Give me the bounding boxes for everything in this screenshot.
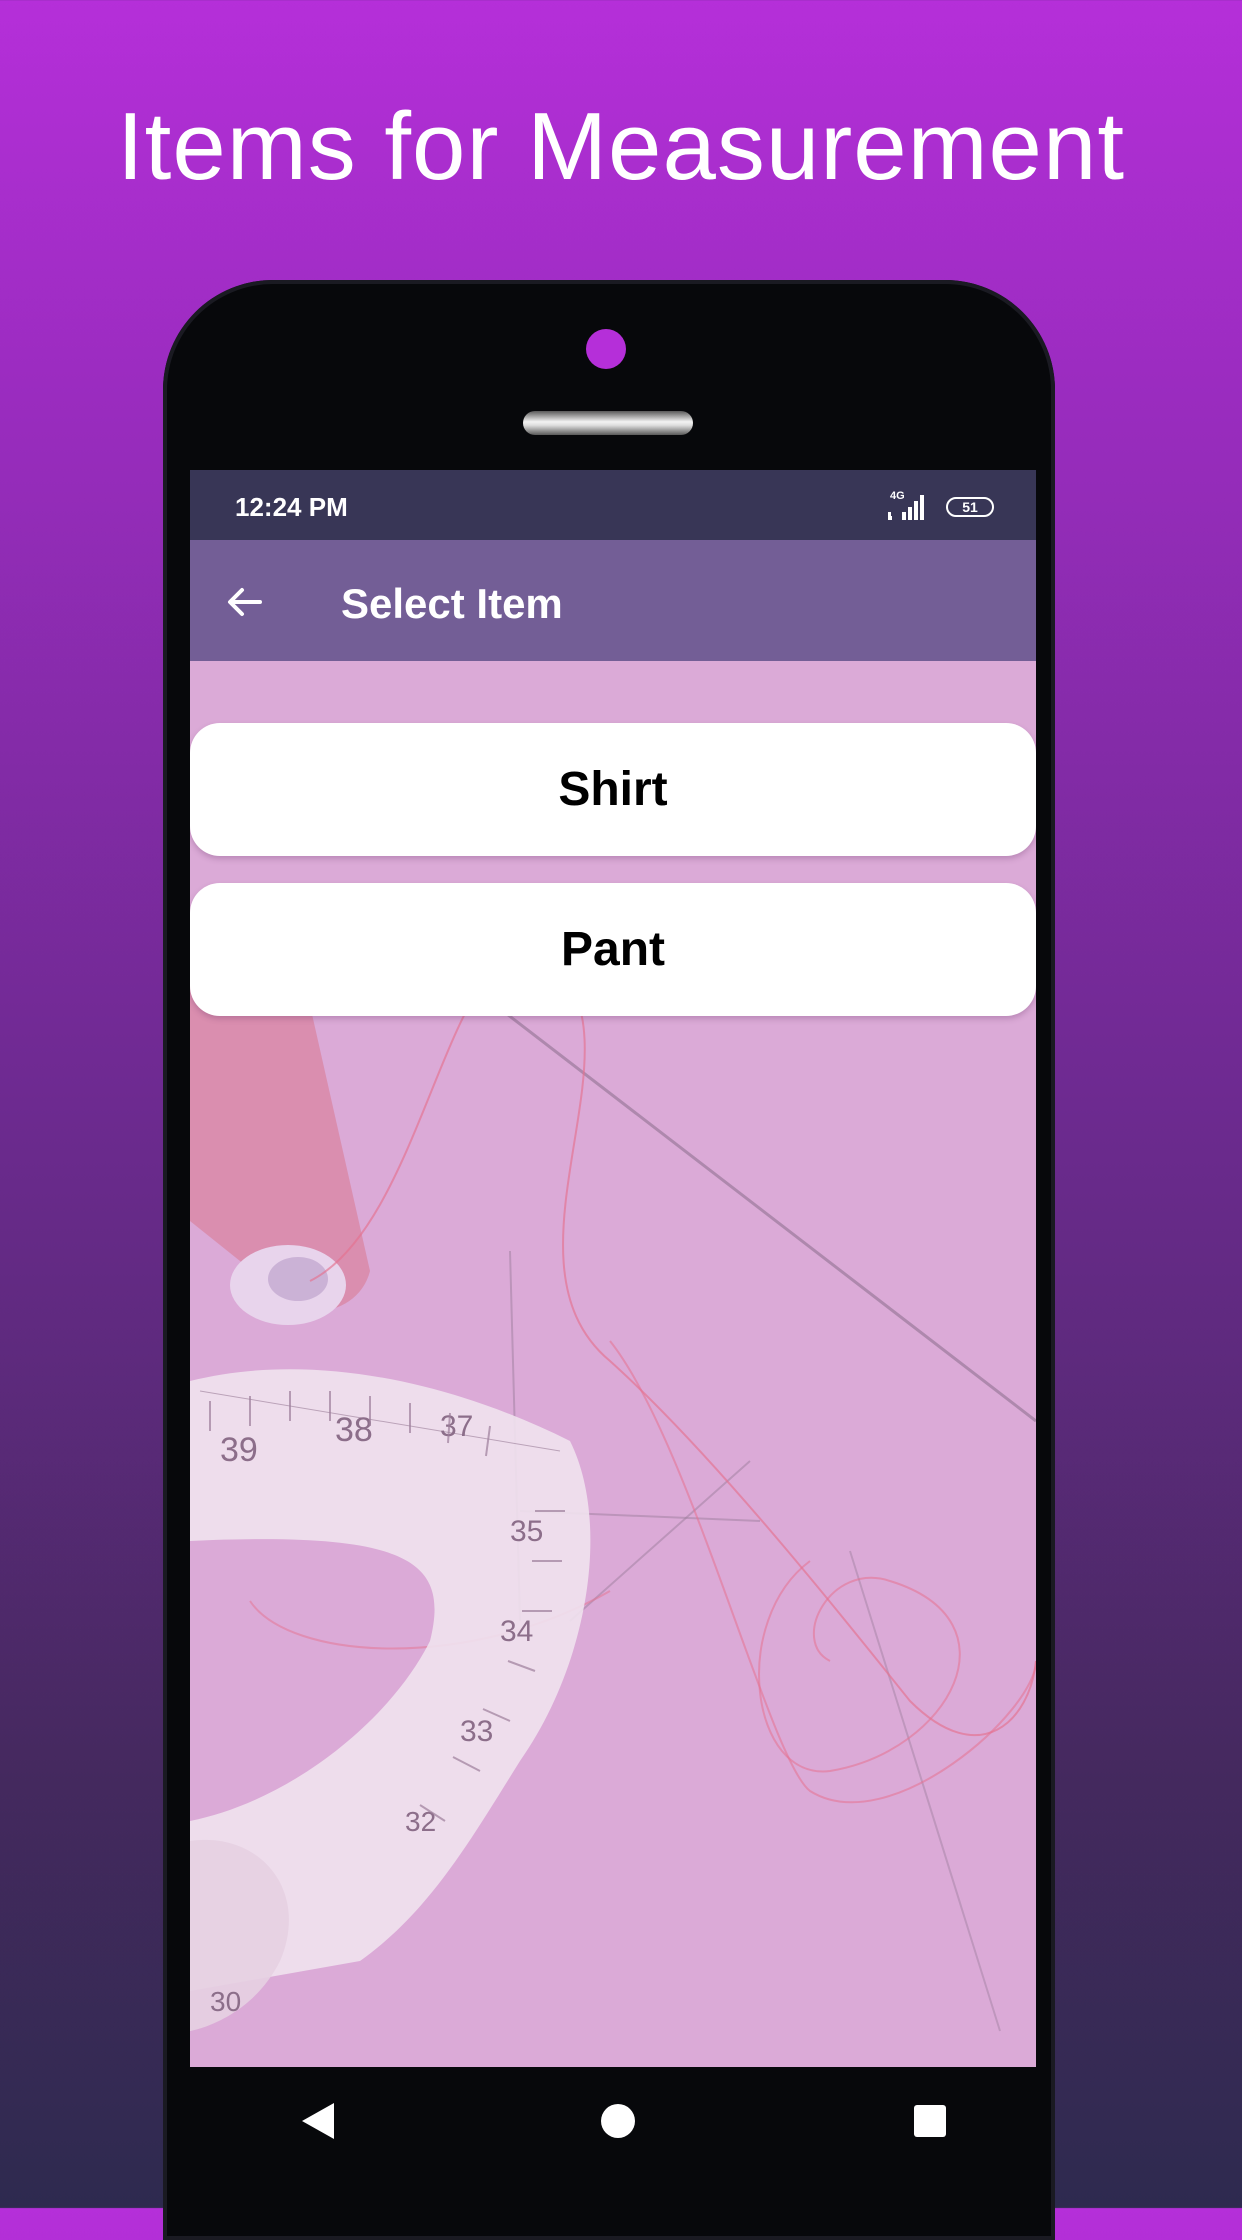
svg-text:38: 38 (335, 1411, 373, 1449)
circle-home-icon[interactable] (594, 2097, 642, 2145)
app-bar: Select Item (190, 540, 1036, 661)
arrow-left-icon[interactable] (224, 582, 264, 622)
item-button-shirt[interactable]: Shirt (190, 723, 1036, 856)
status-bar: 12:24 PM 4G 51 (190, 470, 1036, 540)
tape-number-38: 38 (335, 1411, 373, 1449)
tape-number-35: 35 (510, 1515, 543, 1548)
triangle-back-icon[interactable] (294, 2097, 342, 2145)
svg-text:32: 32 (405, 1806, 436, 1837)
battery-icon: 51 (946, 497, 994, 517)
svg-text:30: 30 (210, 1986, 241, 2017)
tape-number-37: 37 (440, 1410, 473, 1443)
tape-number-39: 39 (220, 1431, 258, 1469)
content-area: 39 38 37 35 34 33 32 30 Shirt Pant (190, 661, 1036, 2067)
phone-screen: 12:24 PM 4G 51 Select Item 39 38 37 35 3… (190, 470, 1036, 2067)
svg-text:34: 34 (500, 1615, 533, 1648)
earpiece-speaker (523, 411, 693, 435)
app-title: Select Item (341, 580, 563, 627)
svg-text:39: 39 (220, 1431, 258, 1469)
tape-number-30: 30 (210, 1986, 241, 2017)
square-recents-icon[interactable] (906, 2097, 954, 2145)
tape-number-34: 34 (500, 1615, 533, 1648)
signal-strength-icon (888, 495, 924, 520)
tape-number-32: 32 (405, 1806, 436, 1837)
phone-frame: 12:24 PM 4G 51 Select Item 39 38 37 35 3… (163, 280, 1055, 2240)
tape-number-33: 33 (460, 1715, 493, 1748)
svg-text:33: 33 (460, 1715, 493, 1748)
item-button-pant[interactable]: Pant (190, 883, 1036, 1016)
promo-title: Items for Measurement (117, 93, 1125, 200)
svg-text:35: 35 (510, 1515, 543, 1548)
navigation-bar (190, 2067, 1036, 2177)
front-camera (586, 329, 626, 369)
svg-text:37: 37 (440, 1410, 473, 1443)
sewing-background-image: 39 38 37 35 34 33 32 30 (190, 661, 1036, 2067)
status-time: 12:24 PM (235, 492, 348, 522)
